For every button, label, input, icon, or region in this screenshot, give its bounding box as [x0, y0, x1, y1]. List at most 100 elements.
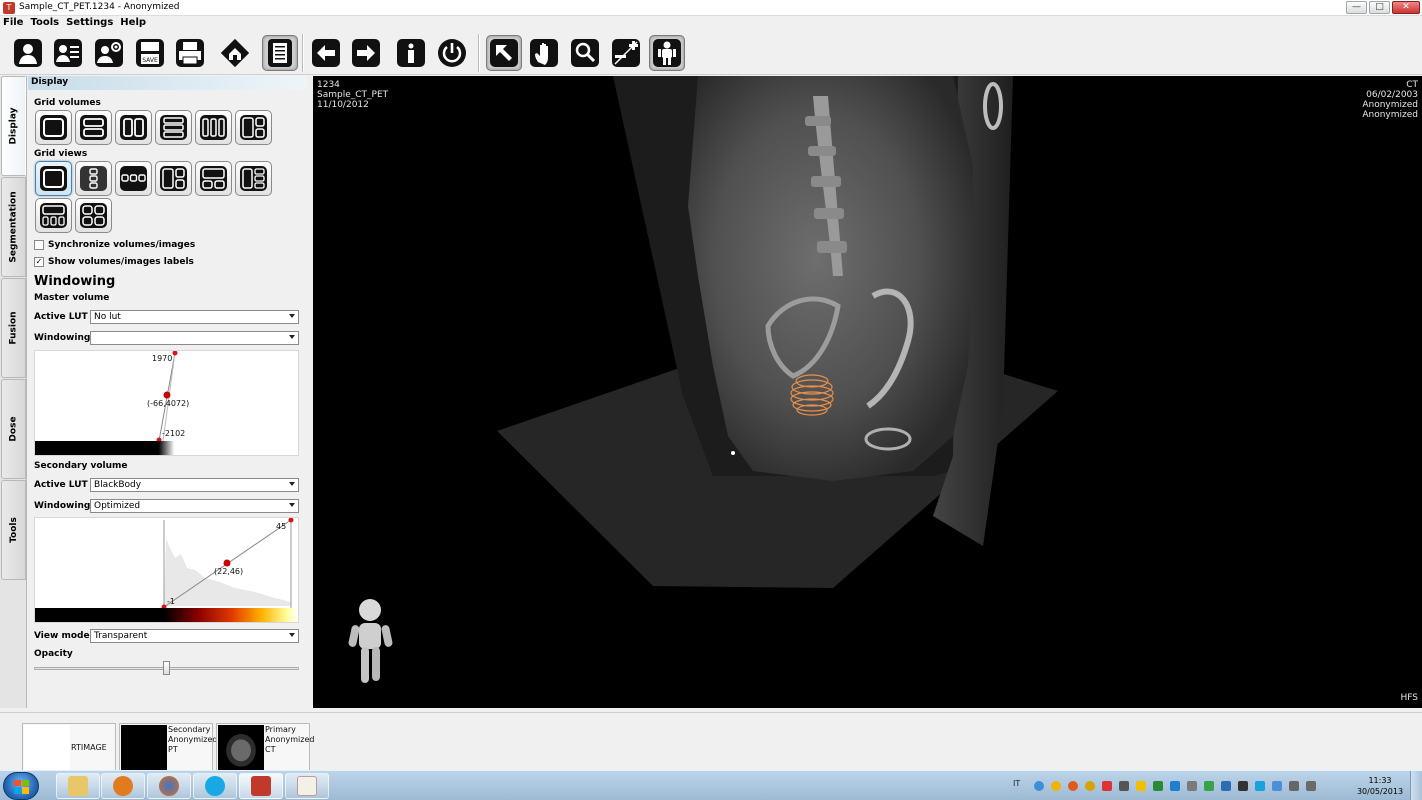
person-orientation-button[interactable]: [649, 35, 685, 71]
tray-app-icon[interactable]: [1221, 781, 1231, 791]
taskbar-firefox[interactable]: [147, 773, 191, 799]
view-mode-select[interactable]: Transparent: [90, 629, 299, 643]
show-labels-checkbox-row[interactable]: ✓ Show volumes/images labels: [34, 257, 194, 267]
thumbnail-secondary-pt[interactable]: Secondary Anonymized PT: [119, 723, 217, 771]
thumbnail-rtimage[interactable]: RTIMAGE: [22, 723, 116, 771]
thumbnail-primary-ct[interactable]: Primary Anonymized CT: [216, 723, 314, 771]
tray-update-icon[interactable]: [1085, 781, 1095, 791]
grid-volume-2-cols-button[interactable]: [115, 110, 152, 145]
forward-button[interactable]: [348, 35, 384, 71]
layout-bottom-row-icon: [40, 203, 67, 228]
tab-display[interactable]: Display: [1, 76, 26, 176]
tray-skype-icon[interactable]: [1255, 781, 1265, 791]
pointer-tool-button[interactable]: [486, 35, 522, 71]
tab-segmentation[interactable]: Segmentation: [1, 177, 26, 277]
taskbar-skype[interactable]: [193, 773, 237, 799]
tray-wifi-icon[interactable]: [1102, 781, 1112, 791]
grid-view-2x2-button[interactable]: [75, 198, 112, 233]
start-button[interactable]: [3, 772, 39, 800]
patient-button[interactable]: [10, 35, 46, 71]
tab-dose[interactable]: Dose: [1, 379, 26, 479]
patient-list-button[interactable]: [50, 35, 86, 71]
tray-sun-icon[interactable]: [1051, 781, 1061, 791]
tray-flag-icon[interactable]: [1272, 781, 1282, 791]
tray-battery-icon[interactable]: [1204, 781, 1214, 791]
master-center-handle[interactable]: [163, 391, 171, 399]
tray-network-icon[interactable]: [1034, 781, 1044, 791]
grid-view-single-button[interactable]: [35, 161, 72, 196]
taskbar-clock[interactable]: 11:33 30/05/2013: [1356, 775, 1404, 797]
hand-pan-icon: [530, 39, 558, 67]
grid-volume-2-rows-button[interactable]: [75, 110, 112, 145]
language-indicator[interactable]: IT: [1013, 779, 1020, 788]
master-windowing-histogram[interactable]: 1970 (-66,4072) -2102: [34, 350, 299, 456]
tray-volume-icon[interactable]: [1306, 781, 1316, 791]
patient-settings-button[interactable]: [91, 35, 127, 71]
info-button[interactable]: [393, 35, 429, 71]
menu-help[interactable]: Help: [117, 16, 150, 31]
sync-volumes-checkbox-row[interactable]: Synchronize volumes/images: [34, 240, 195, 250]
grid-view-top-big-button[interactable]: [195, 161, 232, 196]
taskbar-paint[interactable]: [285, 773, 329, 799]
secondary-top-handle[interactable]: [288, 518, 294, 523]
grid-view-column-button[interactable]: [75, 161, 112, 196]
home-button[interactable]: [217, 35, 253, 71]
back-arrow-icon: [312, 39, 340, 67]
secondary-center-handle[interactable]: [223, 559, 231, 567]
minimize-button[interactable]: —: [1346, 1, 1367, 14]
grid-volume-mixed-button[interactable]: [235, 110, 272, 145]
print-button[interactable]: [172, 35, 208, 71]
opacity-slider-thumb[interactable]: [163, 661, 170, 675]
clock-date: 30/05/2013: [1356, 787, 1404, 796]
tray-bluetooth-icon[interactable]: [1170, 781, 1180, 791]
power-button[interactable]: [434, 35, 470, 71]
panel-header: Display: [28, 76, 306, 90]
master-active-lut-select[interactable]: No lut: [90, 310, 299, 324]
show-labels-checkbox[interactable]: ✓: [34, 257, 44, 267]
master-windowing-select[interactable]: [90, 331, 299, 345]
tab-dose-label: Dose: [8, 416, 19, 442]
report-button[interactable]: [262, 35, 298, 71]
window-level-button[interactable]: [608, 35, 644, 71]
save-button[interactable]: SAVE: [132, 35, 168, 71]
3d-viewer[interactable]: 1234 Sample_CT_PET 11/10/2012 CT 06/02/2…: [313, 76, 1422, 708]
tray-monitor-icon[interactable]: [1238, 781, 1248, 791]
back-button[interactable]: [308, 35, 344, 71]
grid-volume-3-rows-button[interactable]: [155, 110, 192, 145]
grid-volumes-label: Grid volumes: [34, 98, 101, 108]
grid-volume-1x1-button[interactable]: [35, 110, 72, 145]
zoom-tool-button[interactable]: [567, 35, 603, 71]
tray-device-icon[interactable]: [1187, 781, 1197, 791]
pan-tool-button[interactable]: [526, 35, 562, 71]
secondary-windowing-select[interactable]: Optimized: [90, 499, 299, 513]
taskbar-explorer[interactable]: [56, 773, 100, 799]
tray-warning-icon[interactable]: [1136, 781, 1146, 791]
tray-display-icon[interactable]: [1119, 781, 1129, 791]
grid-view-right-stack-button[interactable]: [235, 161, 272, 196]
layout-three-columns-icon: [200, 115, 227, 140]
tab-tools[interactable]: Tools: [1, 480, 26, 580]
sync-volumes-checkbox[interactable]: [34, 240, 44, 250]
master-top-handle[interactable]: [172, 351, 178, 356]
close-button[interactable]: ✕: [1392, 1, 1420, 14]
taskbar-app-active[interactable]: [239, 773, 283, 799]
grid-view-bottom-row-button[interactable]: [35, 198, 72, 233]
maximize-button[interactable]: □: [1369, 1, 1390, 14]
menu-file[interactable]: File: [0, 16, 27, 31]
windows-taskbar: IT 11:33 30/05/2013: [0, 770, 1422, 800]
taskbar-media-player[interactable]: [101, 773, 145, 799]
tray-signal-icon[interactable]: [1289, 781, 1299, 791]
secondary-active-lut-select[interactable]: BlackBody: [90, 478, 299, 492]
patient-icon: [14, 39, 42, 67]
show-desktop-button[interactable]: [1410, 771, 1422, 800]
grid-volume-3-cols-button[interactable]: [195, 110, 232, 145]
menu-tools[interactable]: Tools: [27, 16, 63, 31]
menu-settings[interactable]: Settings: [63, 16, 117, 31]
master-bottom-value: -2102: [162, 429, 185, 438]
grid-view-row-button[interactable]: [115, 161, 152, 196]
grid-view-left-big-button[interactable]: [155, 161, 192, 196]
tray-security-icon[interactable]: [1153, 781, 1163, 791]
tab-fusion[interactable]: Fusion: [1, 278, 26, 378]
tray-firefox-icon[interactable]: [1068, 781, 1078, 791]
secondary-windowing-histogram[interactable]: 45 (22,46) -1: [34, 517, 299, 623]
